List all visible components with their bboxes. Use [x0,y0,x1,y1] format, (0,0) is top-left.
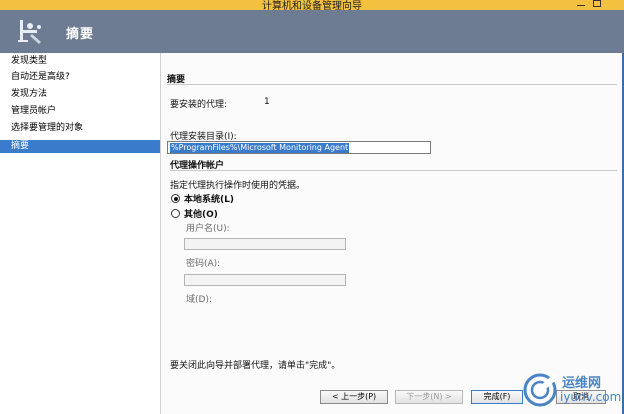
window-titlebar: 计算机和设备管理向导 [0,0,624,12]
agents-to-install-label: 要安装的代理: [170,100,228,110]
watermark-logo-icon [523,373,558,407]
account-divider [170,170,617,171]
wizard-header: 摘要 [0,10,624,53]
sidebar-item-select-objects[interactable]: 选择要管理的对象 [0,122,160,135]
sidebar-item-summary[interactable]: 摘要 [0,140,160,153]
sidebar-item-admin-account[interactable]: 管理员帐户 [0,105,160,118]
install-dir-input[interactable]: %ProgramFiles%\Microsoft Monitoring Agen… [167,141,431,154]
finish-instruction: 要关闭此向导并部署代理，请单击"完成"。 [170,361,341,371]
header-title: 摘要 [66,27,95,42]
finish-button[interactable]: 完成(F) [471,390,523,404]
sidebar-item-discovery-method[interactable]: 发现方法 [0,88,160,101]
install-dir-value: %ProgramFiles%\Microsoft Monitoring Agen… [170,143,350,153]
minimize-button[interactable] [574,0,588,9]
wizard-computer-icon [18,20,41,44]
previous-button[interactable]: < 上一步(P) [320,390,388,404]
watermark-subtext: iyunv.com [560,390,622,404]
wizard-steps-sidebar: 发现类型 自动还是高级? 发现方法 管理员帐户 选择要管理的对象 摘要 [0,53,160,414]
watermark-text: 运维网 [562,376,602,391]
radio-other-label[interactable]: 其他(O) [184,207,218,220]
site-watermark: 运维网 iyunv.com [520,368,624,414]
radio-other[interactable] [171,209,180,218]
username-field[interactable] [184,238,346,250]
radio-local-system[interactable] [171,194,180,203]
password-label: 密码(A): [186,259,221,269]
maximize-button[interactable] [590,0,604,9]
password-field[interactable] [184,274,346,286]
domain-label: 域(D): [186,295,212,305]
section-divider [167,84,617,85]
account-description: 指定代理执行操作时使用的凭据。 [170,181,306,191]
radio-local-system-label[interactable]: 本地系统(L) [184,192,234,205]
sidebar-item-discovery-type[interactable]: 发现类型 [0,55,160,68]
sidebar-item-auto-or-advanced[interactable]: 自动还是高级? [0,71,160,84]
username-label: 用户名(U): [186,224,230,234]
next-button[interactable]: 下一步(N) > [395,390,463,404]
agents-to-install-count: 1 [264,97,270,107]
